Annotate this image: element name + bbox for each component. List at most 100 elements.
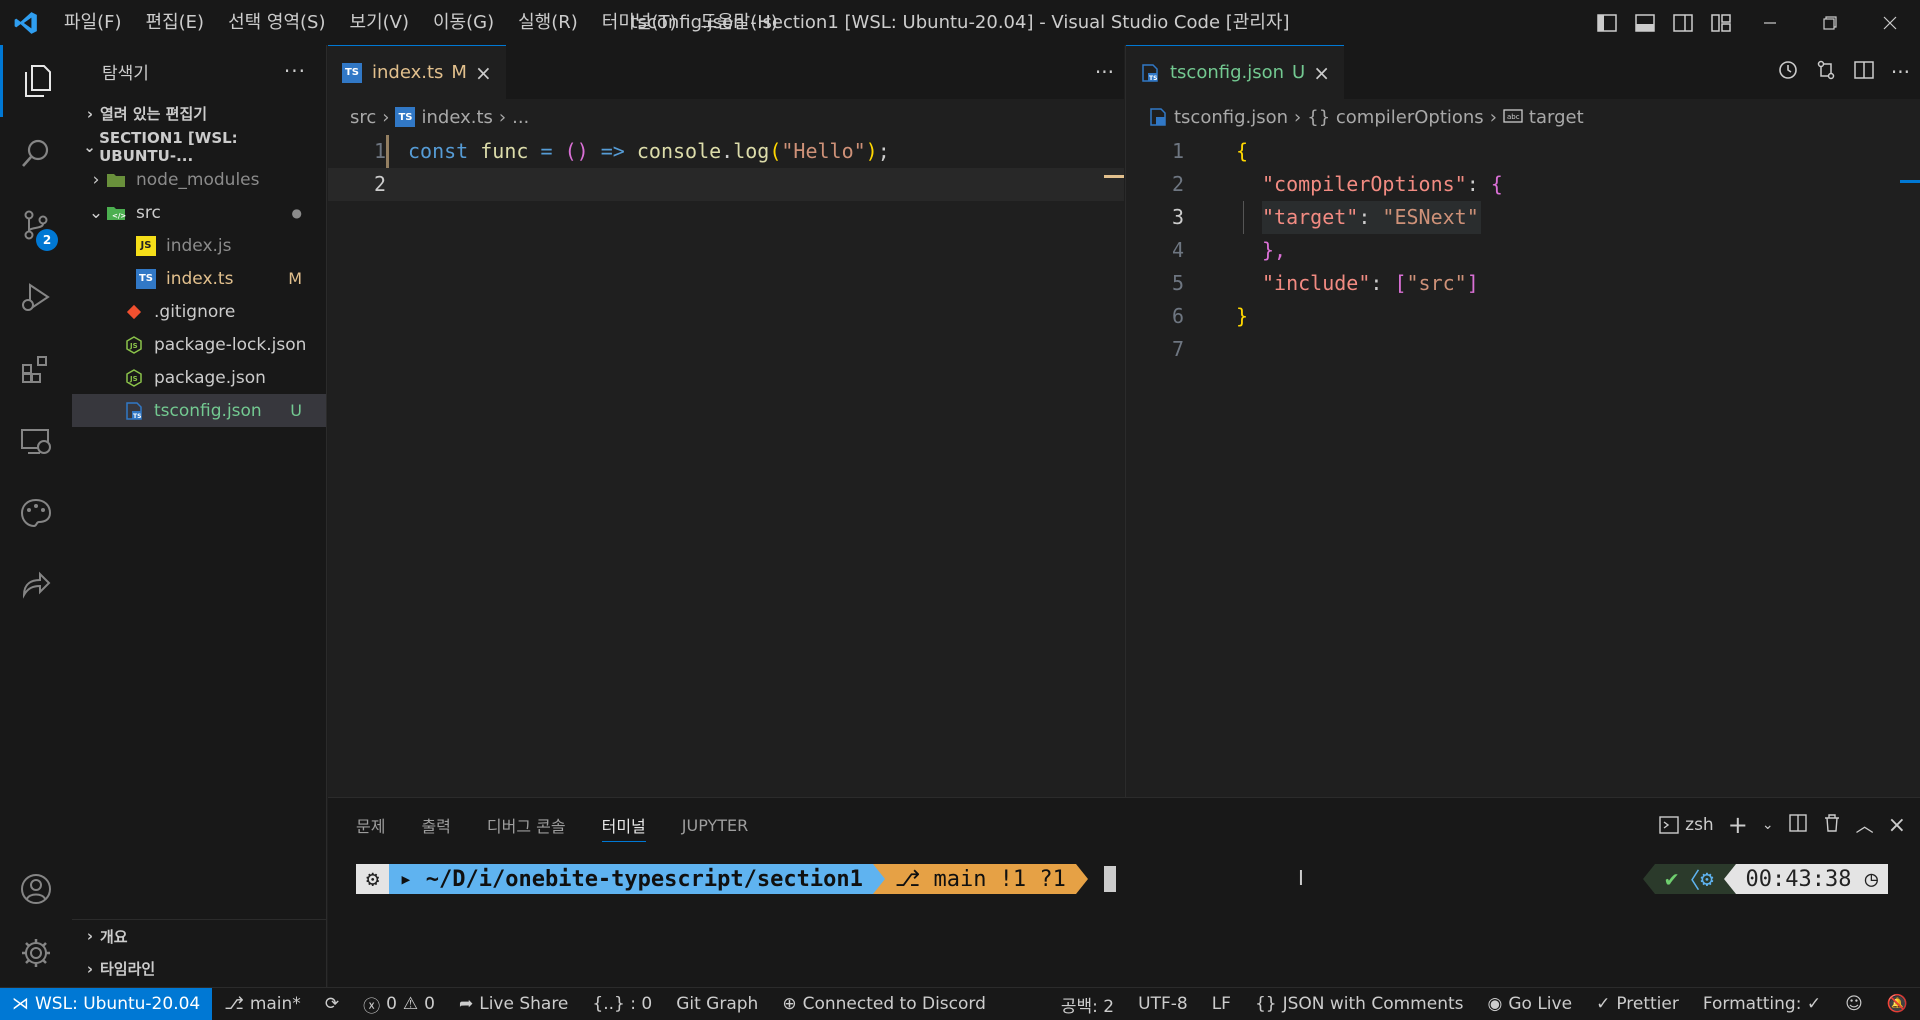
code-editor[interactable]: 1 const func = () => console. log("Hello"… [328, 135, 1124, 201]
remote-explorer-icon[interactable] [0, 405, 72, 477]
tab-index-ts[interactable]: TS index.ts M × [328, 45, 506, 99]
timeline-section[interactable]: › 타임라인 [72, 952, 327, 985]
maximize-panel-icon[interactable]: ︿ [1856, 812, 1874, 838]
notifications-bell-icon[interactable]: 🔕 [1875, 994, 1920, 1014]
toggle-primary-sidebar-icon[interactable] [1588, 0, 1626, 45]
tree-item-src[interactable]: ⌄ </> src ● [72, 196, 326, 229]
code-editor[interactable]: 1{ 2 "compilerOptions": { 3 "target": "ESN… [1126, 135, 1920, 366]
split-terminal-icon[interactable] [1788, 813, 1808, 838]
language-mode-status[interactable]: {} JSON with Comments [1243, 994, 1476, 1014]
menu-run[interactable]: 실행(R) [506, 0, 590, 45]
menu-file[interactable]: 파일(F) [52, 0, 134, 45]
tsconfig-file-icon: TS [1140, 63, 1160, 83]
sync-icon[interactable]: ⟳ [313, 994, 351, 1014]
tree-item-package-json[interactable]: JS package.json [72, 361, 326, 394]
line-number: 7 [1171, 337, 1184, 361]
theme-palette-icon[interactable] [0, 477, 72, 549]
live-share-label: Live Share [479, 994, 569, 1014]
breadcrumb-item[interactable]: src [350, 107, 376, 128]
breadcrumb-item[interactable]: target [1529, 107, 1584, 128]
outline-label: 개요 [100, 927, 128, 946]
trash-icon[interactable] [1822, 813, 1842, 838]
go-live-status[interactable]: ◉ Go Live [1476, 994, 1585, 1014]
run-debug-icon[interactable] [0, 261, 72, 333]
tree-item-label: .gitignore [154, 301, 236, 322]
chevron-down-icon[interactable]: ⌄ [1762, 817, 1774, 833]
more-actions-icon[interactable]: ··· [284, 59, 306, 83]
prettier-status[interactable]: ✓ Prettier [1584, 994, 1691, 1014]
tree-item-gitignore[interactable]: .gitignore [72, 295, 326, 328]
code-token: [ [1394, 271, 1407, 295]
close-icon[interactable]: × [1313, 61, 1330, 85]
breadcrumb-item[interactable]: ... [512, 107, 529, 128]
breadcrumb-item[interactable]: {} compilerOptions [1307, 107, 1483, 128]
timeline-history-icon[interactable] [1777, 59, 1799, 85]
menu-go[interactable]: 이동(G) [421, 0, 506, 45]
minimize-button[interactable] [1740, 0, 1800, 45]
menu-view[interactable]: 보기(V) [338, 0, 421, 45]
compare-changes-icon[interactable] [1815, 59, 1837, 85]
tree-item-index-js[interactable]: JS index.js [72, 229, 326, 262]
tree-item-node-modules[interactable]: › node_modules [72, 163, 326, 196]
remote-indicator[interactable]: ⋊ WSL: Ubuntu-20.04 [0, 987, 213, 1020]
more-actions-icon[interactable]: ··· [1095, 60, 1114, 84]
live-share-status[interactable]: ➦ Live Share [447, 994, 580, 1014]
toggle-secondary-sidebar-icon[interactable] [1664, 0, 1702, 45]
search-icon[interactable] [0, 117, 72, 189]
tree-item-tsconfig-json[interactable]: TS tsconfig.json U [72, 394, 326, 427]
code-token: : [1466, 172, 1479, 196]
restore-button[interactable] [1800, 0, 1860, 45]
tree-item-index-ts[interactable]: TS index.ts M [72, 262, 326, 295]
close-icon[interactable]: × [475, 61, 492, 85]
accounts-icon[interactable] [0, 853, 72, 925]
live-share-icon[interactable] [0, 549, 72, 621]
terminal-prompt[interactable]: ⚙ ▸ ~/D/i/onebite-typescript/section1 ⎇ … [356, 864, 1116, 894]
menu-bar: 파일(F) 편집(E) 선택 영역(S) 보기(V) 이동(G) 실행(R) 터… [52, 0, 790, 45]
workspace-section[interactable]: ⌄ SECTION1 [WSL: UBUNTU-... [72, 129, 326, 165]
formatting-status[interactable]: Formatting: ✓ [1691, 994, 1833, 1014]
new-terminal-icon[interactable]: + [1728, 811, 1748, 839]
json-path-status[interactable]: {..} : 0 [580, 994, 664, 1014]
menu-edit[interactable]: 편집(E) [134, 0, 217, 45]
code-token: "src" [1406, 271, 1467, 295]
problems-indicator[interactable]: ⓧ 0 ⚠ 0 [351, 992, 447, 1017]
prompt-git: ⎇ main !1 ?1 [884, 864, 1076, 894]
menu-selection[interactable]: 선택 영역(S) [216, 0, 337, 45]
menu-terminal[interactable]: 터미널(T) [590, 0, 689, 45]
menu-help[interactable]: 도움말(H) [689, 0, 790, 45]
open-editors-section[interactable]: › 열려 있는 편집기 [72, 97, 326, 130]
split-editor-icon[interactable] [1853, 59, 1875, 85]
customize-layout-icon[interactable] [1702, 0, 1740, 45]
git-branch[interactable]: ⎇ main* [212, 994, 313, 1014]
eol-status[interactable]: LF [1200, 994, 1243, 1014]
source-control-icon[interactable]: 2 [0, 189, 72, 261]
close-window-button[interactable] [1860, 0, 1920, 45]
manage-gear-icon[interactable] [0, 917, 72, 989]
tab-terminal[interactable]: 터미널 [601, 798, 646, 852]
breadcrumb-item[interactable]: tsconfig.json [1174, 107, 1288, 128]
explorer-icon[interactable] [0, 45, 72, 117]
tab-jupyter[interactable]: JUPYTER [682, 798, 749, 852]
git-graph-status[interactable]: Git Graph [664, 994, 770, 1014]
activity-bar: 2 [0, 45, 72, 987]
tree-item-package-lock-json[interactable]: JS package-lock.json [72, 328, 326, 361]
tab-problems[interactable]: 문제 [356, 798, 385, 852]
code-token: log [733, 139, 770, 163]
encoding-status[interactable]: UTF-8 [1126, 994, 1200, 1014]
discord-status[interactable]: ⊕ Connected to Discord [770, 994, 998, 1014]
indentation-status[interactable]: 공백: 2 [1049, 992, 1126, 1017]
feedback-icon[interactable]: ☺ [1833, 994, 1875, 1014]
outline-section[interactable]: › 개요 [72, 919, 327, 952]
warning-count: 0 [424, 994, 435, 1014]
more-actions-icon[interactable]: ··· [1891, 60, 1910, 84]
code-token: { [1236, 139, 1249, 163]
tab-debug-console[interactable]: 디버그 콘솔 [487, 798, 566, 852]
tab-tsconfig-json[interactable]: TS tsconfig.json U × [1126, 45, 1344, 99]
svg-text:TS: TS [133, 413, 141, 420]
terminal-shell-selector[interactable]: zsh [1659, 815, 1714, 835]
tab-output[interactable]: 출력 [421, 798, 450, 852]
extensions-icon[interactable] [0, 333, 72, 405]
toggle-panel-icon[interactable] [1626, 0, 1664, 45]
breadcrumb-item[interactable]: index.ts [421, 107, 492, 128]
close-panel-icon[interactable]: × [1888, 813, 1906, 838]
